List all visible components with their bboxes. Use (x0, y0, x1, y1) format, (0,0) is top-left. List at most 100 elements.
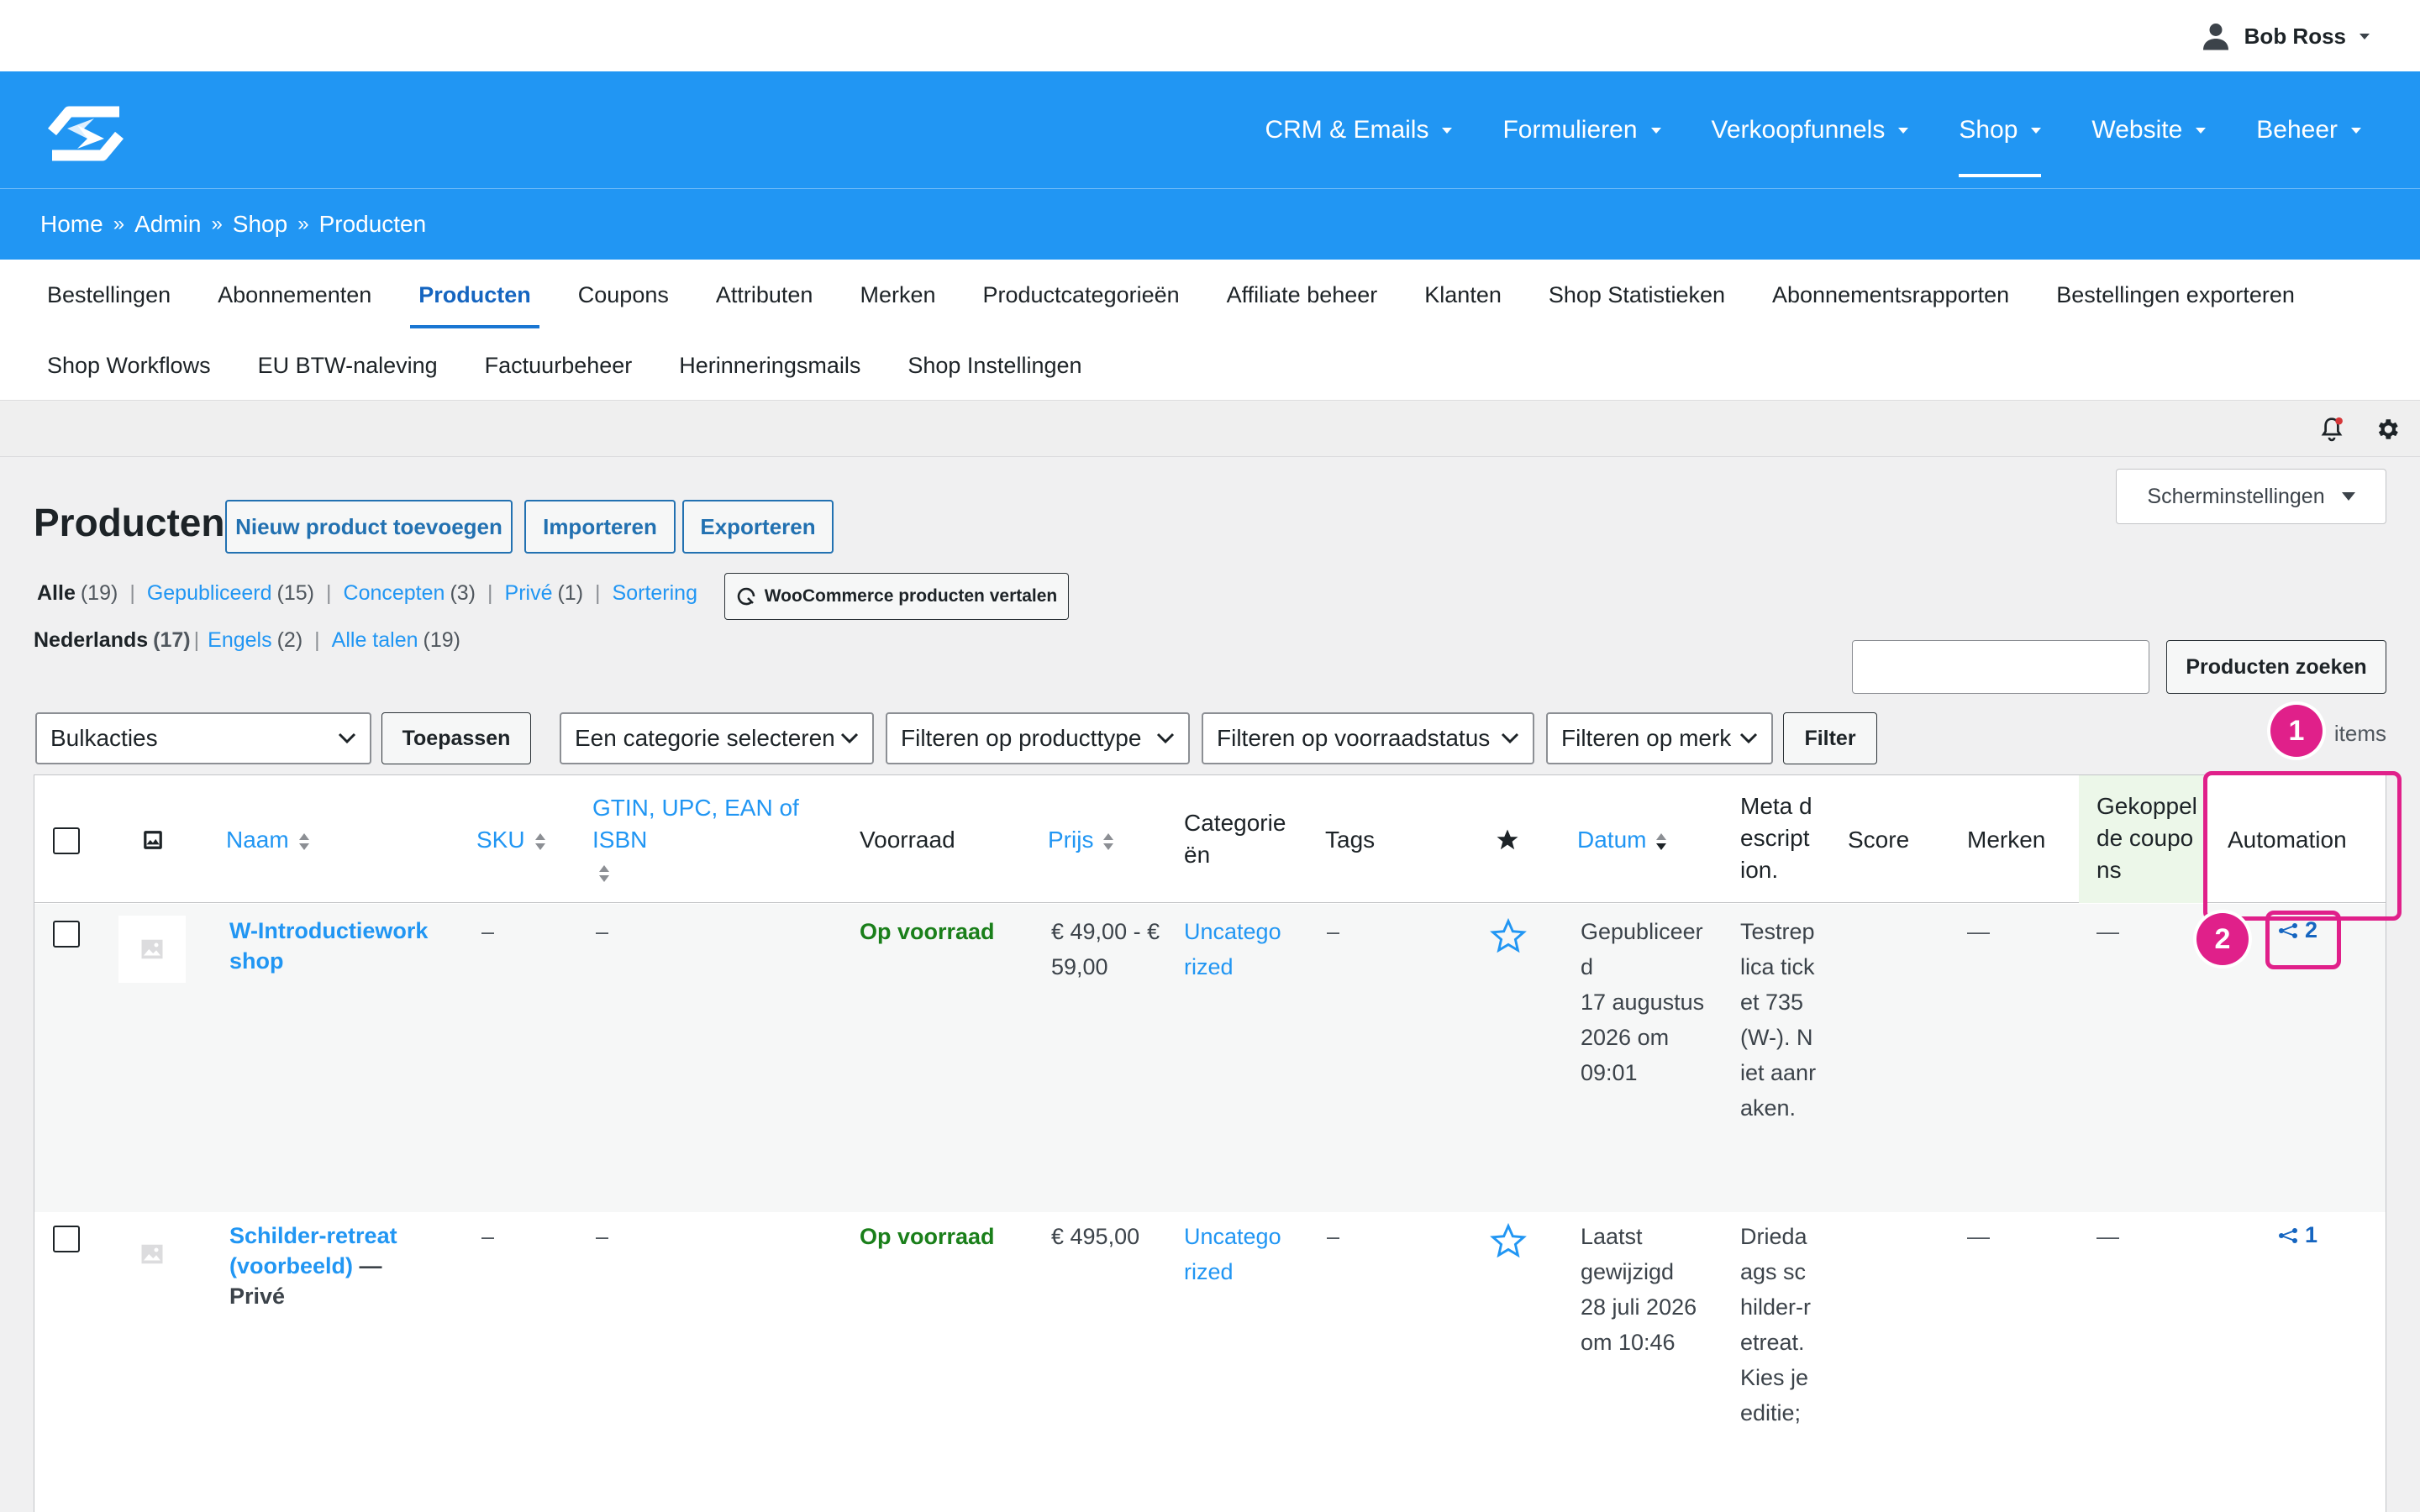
tab-factuurbeheer[interactable]: Factuurbeheer (461, 330, 656, 401)
breadcrumb-shop[interactable]: Shop (233, 211, 287, 238)
user-menu[interactable]: Bob Ross (2201, 18, 2370, 54)
star-icon[interactable] (1495, 827, 1520, 853)
product-stock-status: Op voorraad (860, 919, 995, 944)
tab-shop-statistieken[interactable]: Shop Statistieken (1525, 260, 1749, 330)
column-label: SKU (476, 827, 525, 853)
category-filter-select[interactable]: Een categorie selecteren (560, 712, 874, 764)
tab-herinneringsmails[interactable]: Herinneringsmails (655, 330, 884, 401)
translate-products-button[interactable]: WooCommerce producten vertalen (724, 573, 1069, 620)
product-coupons: — (2096, 1224, 2119, 1249)
add-new-product-button[interactable]: Nieuw product toevoegen (225, 500, 513, 554)
column-gtin[interactable]: GTIN, UPC, EAN of ISBN (592, 792, 811, 888)
column-prijs[interactable]: Prijs (1048, 824, 1115, 856)
product-date: 17 augustus 2026 om 09:01 (1581, 990, 1705, 1085)
nav-label: Verkoopfunnels (1711, 116, 1886, 144)
view-concepten[interactable]: Concepten (344, 581, 445, 606)
product-brands: — (1967, 1224, 1990, 1249)
breadcrumb-separator: » (211, 213, 223, 235)
automation-link[interactable]: 1 (2278, 1222, 2317, 1248)
column-datum[interactable]: Datum (1577, 824, 1668, 856)
view-count: (3) (450, 581, 476, 605)
tab-abonnementsrapporten[interactable]: Abonnementsrapporten (1749, 260, 2033, 330)
column-score: Score (1848, 827, 1910, 853)
sort-icon (534, 832, 545, 850)
product-meta-description: Testreplica ticket 735 (W-). Niet aanrak… (1740, 919, 1817, 1121)
view-count: (19) (423, 628, 460, 652)
tab-abonnementen[interactable]: Abonnementen (194, 260, 395, 330)
filter-button[interactable]: Filter (1783, 712, 1877, 764)
admin-toolbar (0, 402, 2420, 457)
bulk-actions-select[interactable]: Bulkacties (35, 712, 371, 764)
view-sortering[interactable]: Sortering (613, 581, 697, 606)
screen-options-label: Scherminstellingen (2147, 484, 2325, 508)
tab-affiliate-beheer[interactable]: Affiliate beheer (1203, 260, 1402, 330)
row-checkbox[interactable] (53, 1226, 80, 1252)
brand-filter-select[interactable]: Filteren op merk (1546, 712, 1773, 764)
screen-options-button[interactable]: Scherminstellingen (2116, 469, 2386, 524)
breadcrumb-producten[interactable]: Producten (319, 211, 427, 238)
tab-shop-instellingen[interactable]: Shop Instellingen (884, 330, 1105, 401)
breadcrumb-separator: » (297, 213, 309, 235)
featured-star-icon[interactable] (1490, 1222, 1527, 1259)
placeholder-image-icon (141, 939, 163, 959)
bell-icon[interactable] (2319, 416, 2344, 443)
breadcrumb-home[interactable]: Home (40, 211, 103, 238)
chevron-down-icon (2351, 127, 2361, 134)
stock-status-filter-select[interactable]: Filteren op voorraadstatus (1202, 712, 1534, 764)
search-input[interactable] (1852, 640, 2149, 694)
product-thumbnail[interactable] (118, 1221, 186, 1288)
nav-verkoopfunnels[interactable]: Verkoopfunnels (1686, 71, 1934, 189)
nav-website[interactable]: Website (2066, 71, 2231, 189)
tab-bestellingen-exporteren[interactable]: Bestellingen exporteren (2033, 260, 2318, 330)
apply-button[interactable]: Toepassen (381, 712, 531, 764)
product-date-status: Laatst gewijzigd (1581, 1224, 1675, 1284)
nav-crm-emails[interactable]: CRM & Emails (1239, 71, 1477, 189)
product-brands: — (1967, 919, 1990, 944)
tab-bestellingen[interactable]: Bestellingen (24, 260, 194, 330)
select-all-checkbox[interactable] (53, 827, 80, 854)
tab-klanten[interactable]: Klanten (1401, 260, 1525, 330)
view-prive[interactable]: Privé (505, 581, 553, 606)
user-bar: Bob Ross (0, 0, 2420, 71)
tab-merken[interactable]: Merken (836, 260, 959, 330)
column-naam[interactable]: Naam (226, 824, 311, 856)
product-type-filter-select[interactable]: Filteren op producttype (886, 712, 1190, 764)
product-category-link[interactable]: Uncategorized (1184, 914, 1288, 984)
view-gepubliceerd[interactable]: Gepubliceerd (147, 581, 272, 606)
lang-alle-talen[interactable]: Alle talen (332, 628, 418, 653)
tab-producten[interactable]: Producten (395, 260, 555, 330)
table-row: Schilder-retreat (voorbeeld) — Privé – –… (34, 1212, 2386, 1512)
gear-icon[interactable] (2374, 416, 2401, 443)
product-category-link[interactable]: Uncategorized (1184, 1219, 1288, 1289)
tab-eu-btw-naleving[interactable]: EU BTW-naleving (234, 330, 461, 401)
tab-productcategorieen[interactable]: Productcategorieën (959, 260, 1202, 330)
view-count: (15) (276, 581, 315, 605)
user-name: Bob Ross (2244, 23, 2346, 49)
featured-star-icon[interactable] (1490, 917, 1527, 954)
lang-nederlands[interactable]: Nederlands (34, 628, 148, 653)
lang-engels[interactable]: Engels (208, 628, 271, 653)
nav-shop[interactable]: Shop (1933, 71, 2066, 189)
nav-formulieren[interactable]: Formulieren (1477, 71, 1686, 189)
nav-beheer[interactable]: Beheer (2231, 71, 2386, 189)
search-products-button[interactable]: Producten zoeken (2166, 640, 2386, 694)
table-header: Naam SKU GTIN, UPC, EAN of ISBN Voorraad… (34, 775, 2386, 903)
view-all[interactable]: Alle (37, 581, 76, 606)
sort-icon (298, 832, 309, 850)
tab-coupons[interactable]: Coupons (555, 260, 692, 330)
chevron-down-icon (1501, 732, 1519, 744)
row-checkbox[interactable] (53, 921, 80, 948)
product-thumbnail[interactable] (118, 916, 186, 983)
main-navigation: CRM & Emails Formulieren Verkoopfunnels … (0, 71, 2420, 189)
product-type-filter-value: Filteren op producttype (901, 725, 1142, 751)
logo-icon[interactable] (44, 100, 128, 167)
brand-filter-value: Filteren op merk (1561, 725, 1732, 751)
column-sku[interactable]: SKU (476, 824, 547, 856)
import-button[interactable]: Importeren (524, 500, 676, 554)
tab-attributen[interactable]: Attributen (692, 260, 837, 330)
export-button[interactable]: Exporteren (682, 500, 834, 554)
tab-shop-workflows[interactable]: Shop Workflows (24, 330, 234, 401)
product-name-link[interactable]: W-Introductieworkshop (229, 916, 439, 976)
category-filter-value: Een categorie selecteren (575, 725, 835, 751)
breadcrumb-admin[interactable]: Admin (134, 211, 201, 238)
